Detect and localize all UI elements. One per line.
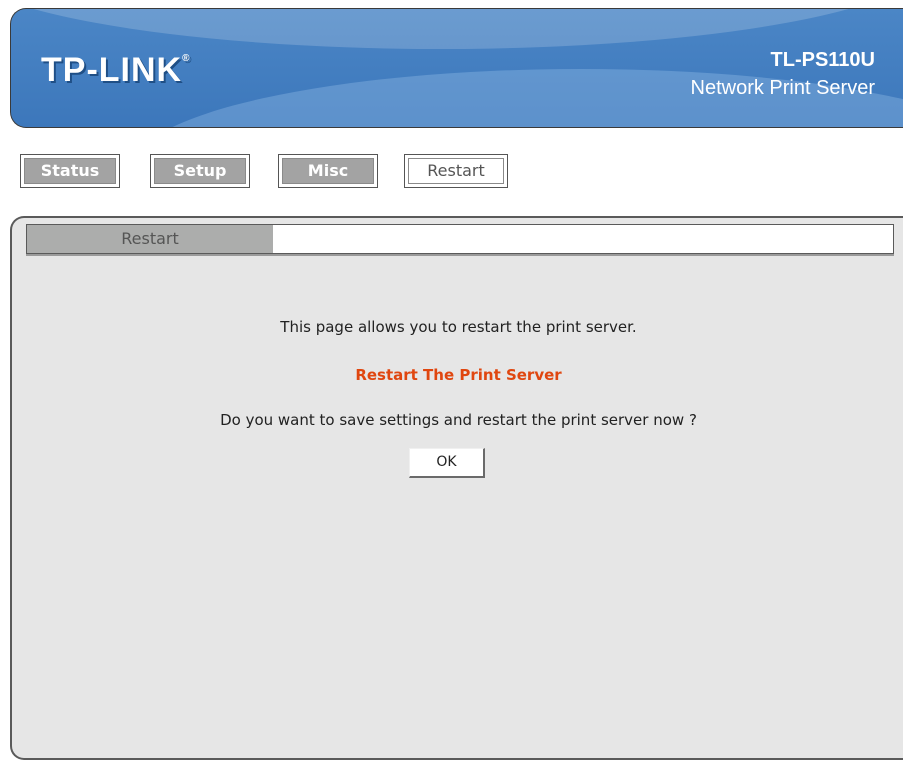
tab-restart[interactable]: Restart	[27, 225, 273, 253]
restart-title: Restart The Print Server	[355, 366, 562, 384]
model-name: TL-PS110U	[770, 49, 875, 71]
nav-restart-button[interactable]: Restart	[404, 154, 508, 188]
tab-bar-shadow	[26, 254, 894, 256]
header-swoosh	[11, 9, 903, 49]
ok-button[interactable]: OK	[409, 448, 485, 478]
header-banner: TP-LINK® TL-PS110U Network Print Server	[10, 8, 903, 128]
nav-status-label: Status	[24, 158, 116, 184]
panel-tab-bar: Restart	[26, 224, 894, 254]
restart-panel: Restart This page allows you to restart …	[10, 216, 903, 760]
intro-text: This page allows you to restart the prin…	[280, 318, 637, 336]
product-name: Network Print Server	[690, 77, 876, 99]
tp-link-logo: TP-LINK®	[41, 51, 191, 89]
nav-status-button[interactable]: Status	[20, 154, 120, 188]
nav-misc-label: Misc	[282, 158, 374, 184]
nav-restart-label: Restart	[408, 158, 504, 184]
nav-setup-button[interactable]: Setup	[150, 154, 250, 188]
nav-setup-label: Setup	[154, 158, 246, 184]
nav-misc-button[interactable]: Misc	[278, 154, 378, 188]
restart-question: Do you want to save settings and restart…	[220, 411, 697, 429]
